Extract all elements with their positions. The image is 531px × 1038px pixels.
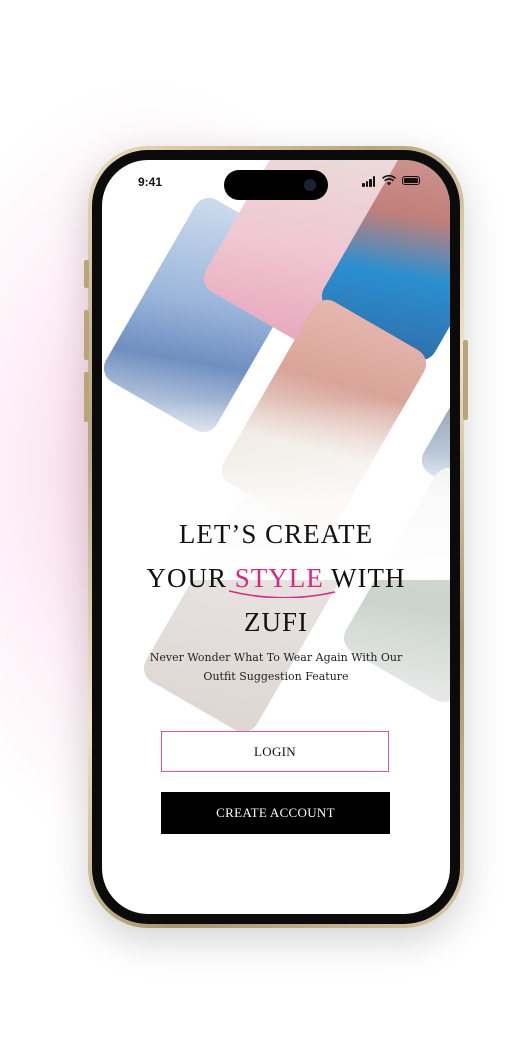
status-time: 9:41 xyxy=(138,175,163,189)
login-button[interactable]: LOGIN xyxy=(161,731,389,772)
dynamic-island xyxy=(224,170,328,200)
front-camera-icon xyxy=(304,179,316,191)
headline-line-2: YOUR STYLE WITH xyxy=(102,556,450,600)
app-screen: 9:41 LET’S CREATE YOUR STYLE WITH ZUFI N… xyxy=(102,160,450,914)
phone-silent-switch xyxy=(84,260,89,288)
subtitle: Never Wonder What To Wear Again With Our… xyxy=(122,648,430,686)
battery-icon xyxy=(402,176,420,185)
headline-line-1: LET’S CREATE xyxy=(178,519,374,549)
phone-power-button xyxy=(463,340,468,420)
wifi-icon xyxy=(382,175,396,186)
headline-line-3: ZUFI xyxy=(244,607,308,637)
subtitle-line-2: Outfit Suggestion Feature xyxy=(203,670,349,683)
phone-volume-down-button xyxy=(84,372,89,422)
welcome-headline: LET’S CREATE YOUR STYLE WITH ZUFI xyxy=(102,512,450,644)
status-bar: 9:41 xyxy=(102,160,450,204)
cellular-signal-icon xyxy=(362,176,376,187)
phone-volume-up-button xyxy=(84,310,89,360)
subtitle-line-1: Never Wonder What To Wear Again With Our xyxy=(149,651,403,664)
headline-accent-word: STYLE xyxy=(228,556,335,600)
status-icons xyxy=(362,175,422,187)
accent-underline xyxy=(228,590,335,598)
create-account-button[interactable]: CREATE ACCOUNT xyxy=(161,792,390,834)
